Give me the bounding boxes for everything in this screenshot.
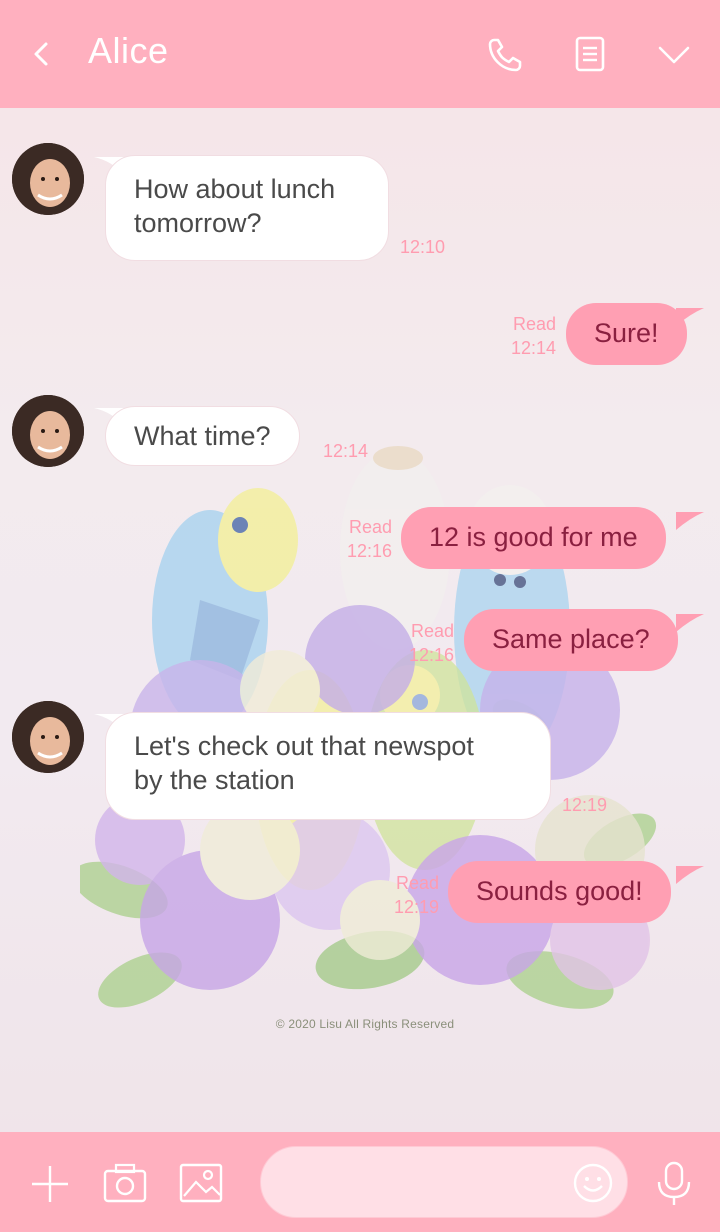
message-bubble[interactable]: What time? (105, 406, 300, 466)
notes-icon[interactable] (568, 32, 612, 76)
message-time: 12:10 (400, 237, 446, 257)
avatar-photo (12, 701, 84, 773)
message-bubble[interactable]: Sounds good! (448, 861, 671, 923)
message-time: 12:14 (510, 338, 556, 358)
message-time: 12:19 (562, 795, 608, 815)
read-receipt: Read (410, 621, 454, 641)
chat-input-bar (0, 1132, 720, 1232)
message-bubble[interactable]: Let's check out that newspot by the stat… (105, 712, 551, 820)
chat-title: Alice (88, 30, 169, 71)
chevron-left-icon[interactable] (24, 34, 60, 74)
message-time: 12:19 (393, 897, 439, 917)
message-bubble[interactable]: Sure! (566, 303, 687, 365)
phone-icon[interactable] (484, 32, 528, 76)
avatar[interactable] (12, 395, 84, 467)
chat-header: Alice (0, 0, 720, 108)
plus-icon[interactable] (28, 1162, 72, 1206)
microphone-icon[interactable] (654, 1160, 694, 1208)
message-time: 12:16 (408, 645, 454, 665)
emoji-icon[interactable] (571, 1161, 615, 1205)
chevron-down-icon[interactable] (652, 32, 696, 76)
message-bubble[interactable]: 12 is good for me (401, 507, 666, 569)
bubble-tail (676, 308, 704, 326)
image-icon[interactable] (178, 1162, 224, 1204)
avatar-photo (12, 143, 84, 215)
message-input[interactable] (260, 1146, 628, 1218)
read-receipt: Read (348, 517, 392, 537)
avatar[interactable] (12, 701, 84, 773)
bubble-tail (676, 866, 704, 884)
bubble-tail (676, 512, 704, 530)
copyright-text: © 2020 Lisu All Rights Reserved (275, 1017, 455, 1031)
read-receipt: Read (512, 314, 556, 334)
avatar-photo (12, 395, 84, 467)
message-bubble[interactable]: Same place? (464, 609, 678, 671)
read-receipt: Read (395, 873, 439, 893)
message-time: 12:16 (346, 541, 392, 561)
message-time: 12:14 (323, 441, 369, 461)
bubble-tail (676, 614, 704, 632)
camera-icon[interactable] (102, 1162, 148, 1204)
avatar[interactable] (12, 143, 84, 215)
message-bubble[interactable]: How about lunch tomorrow? (105, 155, 389, 261)
